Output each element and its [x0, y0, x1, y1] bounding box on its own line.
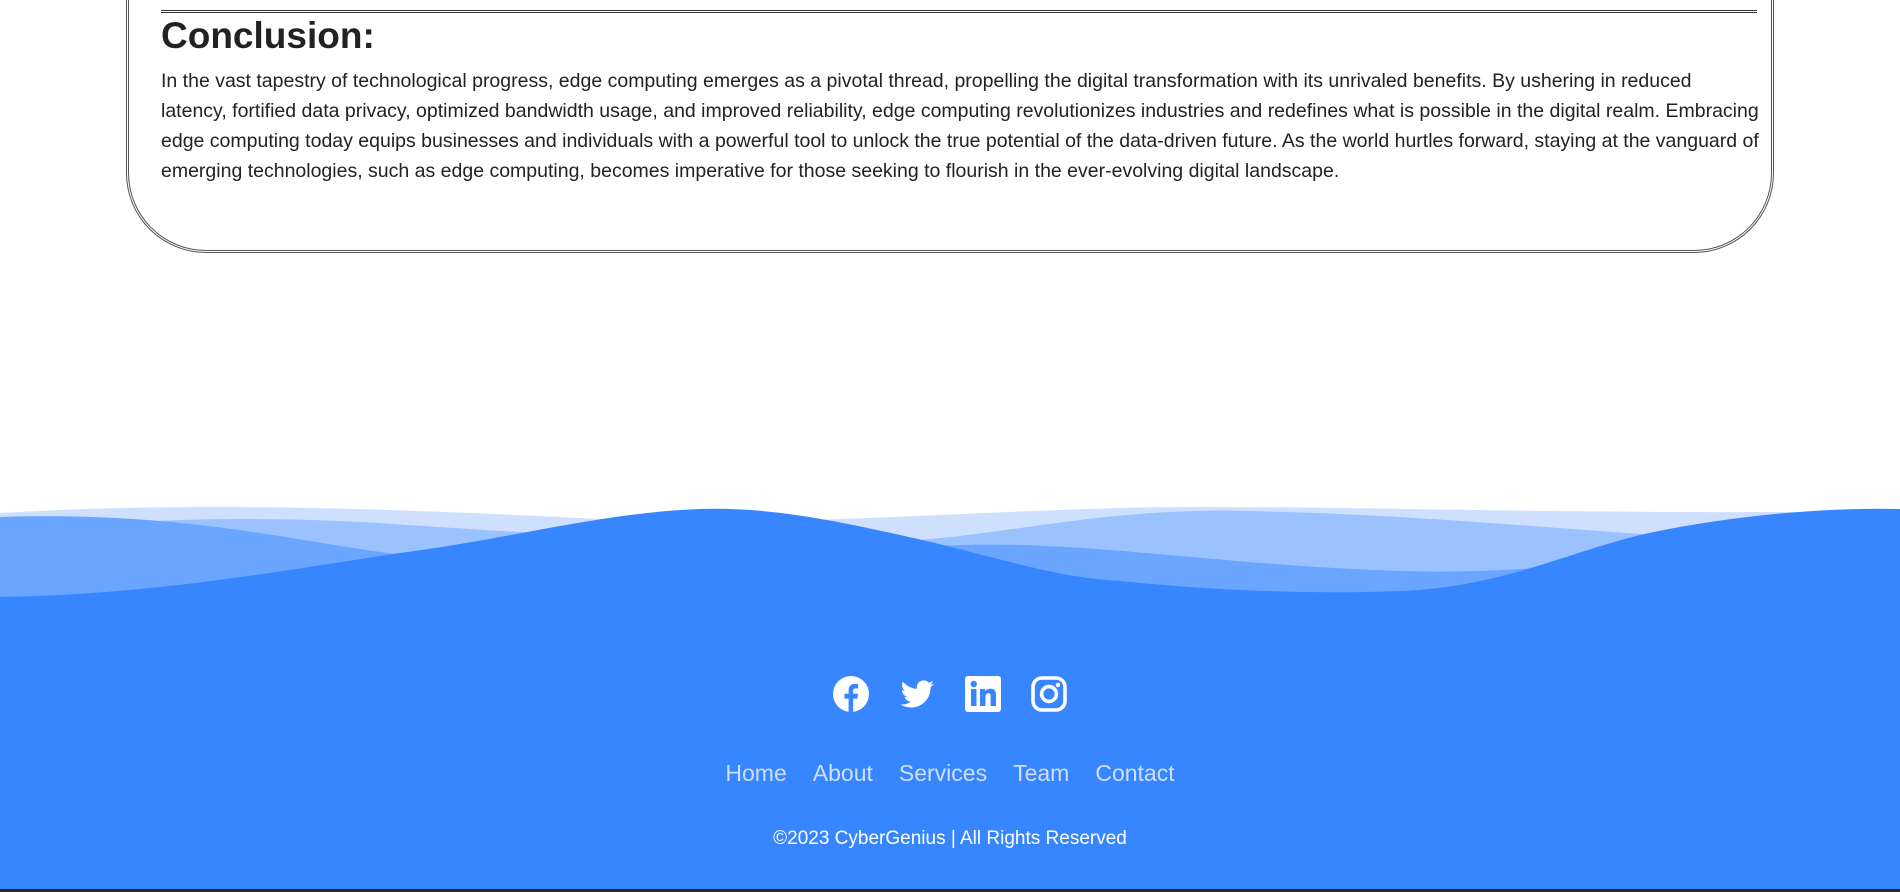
- facebook-icon: [833, 676, 869, 712]
- linkedin-icon: [965, 676, 1001, 712]
- twitter-icon: [900, 680, 934, 708]
- footer-menu: Home About Services Team Contact: [0, 760, 1900, 787]
- home-link[interactable]: Home: [725, 760, 786, 786]
- footer-menu-item-team: Team: [1013, 760, 1069, 787]
- twitter-link[interactable]: [898, 675, 936, 713]
- conclusion-text: In the vast tapestry of technological pr…: [161, 70, 1759, 182]
- about-link[interactable]: About: [813, 760, 873, 786]
- instagram-icon: [1031, 676, 1067, 712]
- instagram-link[interactable]: [1030, 675, 1068, 713]
- conclusion-heading: Conclusion:: [161, 15, 375, 56]
- footer-menu-item-contact: Contact: [1095, 760, 1174, 787]
- copyright-text: ©2023 CyberGenius | All Rights Reserved: [773, 828, 1127, 849]
- footer-menu-item-home: Home: [725, 760, 786, 787]
- team-link[interactable]: Team: [1013, 760, 1069, 786]
- linkedin-link[interactable]: [964, 675, 1002, 713]
- footer-menu-item-services: Services: [899, 760, 987, 787]
- facebook-link[interactable]: [832, 675, 870, 713]
- services-link[interactable]: Services: [899, 760, 987, 786]
- footer-menu-item-about: About: [813, 760, 873, 787]
- divider: [161, 10, 1757, 13]
- social-links: [0, 675, 1900, 713]
- contact-link[interactable]: Contact: [1095, 760, 1174, 786]
